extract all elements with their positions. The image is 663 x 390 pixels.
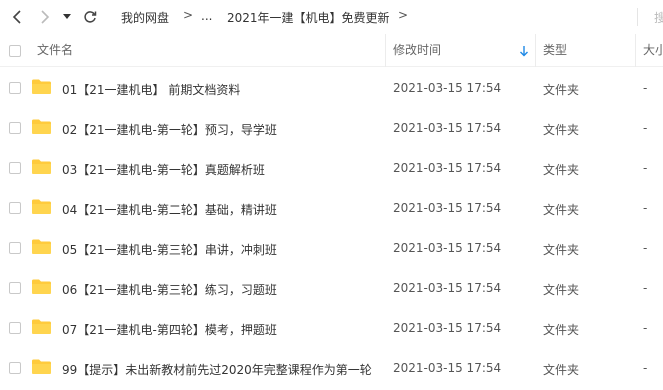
file-type: 文件夹 bbox=[543, 163, 580, 177]
file-modified: 2021-03-15 17:54 bbox=[393, 161, 502, 175]
history-dropdown[interactable] bbox=[59, 6, 75, 28]
file-type: 文件夹 bbox=[543, 203, 580, 217]
column-header: 文件名 修改时间 类型 大小 bbox=[0, 34, 663, 67]
breadcrumb-current[interactable]: 2021年一建【机电】免费更新 bbox=[227, 9, 390, 26]
row-checkbox[interactable] bbox=[9, 242, 21, 254]
file-type: 文件夹 bbox=[543, 83, 580, 97]
file-modified: 2021-03-15 17:54 bbox=[393, 361, 502, 375]
file-type: 文件夹 bbox=[543, 283, 580, 297]
file-modified: 2021-03-15 17:54 bbox=[393, 121, 502, 135]
refresh-icon bbox=[84, 11, 97, 23]
folder-icon bbox=[32, 359, 51, 374]
file-size: - bbox=[643, 81, 648, 95]
forward-button[interactable] bbox=[34, 6, 56, 28]
breadcrumb-ellipsis[interactable]: ... bbox=[201, 9, 212, 23]
folder-icon bbox=[32, 239, 51, 254]
back-button[interactable] bbox=[6, 6, 28, 28]
file-size: - bbox=[643, 121, 648, 135]
file-size: - bbox=[643, 361, 648, 375]
search-input[interactable]: 搜 bbox=[654, 9, 663, 26]
chevron-left-icon bbox=[12, 10, 21, 24]
file-type: 文件夹 bbox=[543, 363, 580, 377]
file-name[interactable]: 02【21一建机电-第一轮】预习，导学班 bbox=[62, 121, 277, 138]
column-divider[interactable] bbox=[385, 34, 386, 67]
row-checkbox[interactable] bbox=[9, 282, 21, 294]
folder-icon bbox=[32, 279, 51, 294]
chevron-right-icon bbox=[41, 10, 50, 24]
row-checkbox[interactable] bbox=[9, 322, 21, 334]
caret-down-icon bbox=[63, 14, 71, 19]
column-modified-header[interactable]: 修改时间 bbox=[393, 34, 441, 67]
file-name[interactable]: 01【21一建机电】 前期文档资料 bbox=[62, 81, 240, 98]
folder-icon bbox=[32, 159, 51, 174]
file-modified: 2021-03-15 17:54 bbox=[393, 281, 502, 295]
folder-icon bbox=[32, 119, 51, 134]
file-name[interactable]: 99【提示】未出新教材前先过2020年完整课程作为第一轮 bbox=[62, 361, 372, 378]
file-type: 文件夹 bbox=[543, 243, 580, 257]
file-modified: 2021-03-15 17:54 bbox=[393, 201, 502, 215]
column-type-header[interactable]: 类型 bbox=[543, 34, 567, 67]
file-name[interactable]: 05【21一建机电-第三轮】串讲，冲刺班 bbox=[62, 241, 277, 258]
toolbar-divider bbox=[637, 8, 638, 26]
row-checkbox[interactable] bbox=[9, 82, 21, 94]
file-row[interactable]: 04【21一建机电-第二轮】基础，精讲班 2021-03-15 17:54 文件… bbox=[0, 188, 663, 228]
file-size: - bbox=[643, 161, 648, 175]
column-divider[interactable] bbox=[535, 34, 536, 67]
file-type: 文件夹 bbox=[543, 323, 580, 337]
folder-icon bbox=[32, 79, 51, 94]
file-size: - bbox=[643, 281, 648, 295]
file-modified: 2021-03-15 17:54 bbox=[393, 81, 502, 95]
file-modified: 2021-03-15 17:54 bbox=[393, 321, 502, 335]
file-row[interactable]: 07【21一建机电-第四轮】模考，押题班 2021-03-15 17:54 文件… bbox=[0, 308, 663, 348]
breadcrumb-separator: > bbox=[183, 8, 194, 22]
column-name-header[interactable]: 文件名 bbox=[37, 34, 73, 67]
folder-icon bbox=[32, 199, 51, 214]
file-type: 文件夹 bbox=[543, 123, 580, 137]
toolbar: 我的网盘 > ... 2021年一建【机电】免费更新 > 搜 bbox=[0, 0, 663, 34]
file-name[interactable]: 06【21一建机电-第三轮】练习，习题班 bbox=[62, 281, 277, 298]
file-row[interactable]: 05【21一建机电-第三轮】串讲，冲刺班 2021-03-15 17:54 文件… bbox=[0, 228, 663, 268]
breadcrumb-root[interactable]: 我的网盘 bbox=[121, 9, 169, 26]
column-divider[interactable] bbox=[635, 34, 636, 67]
file-size: - bbox=[643, 201, 648, 215]
file-row[interactable]: 01【21一建机电】 前期文档资料 2021-03-15 17:54 文件夹 - bbox=[0, 68, 663, 108]
file-row[interactable]: 06【21一建机电-第三轮】练习，习题班 2021-03-15 17:54 文件… bbox=[0, 268, 663, 308]
row-checkbox[interactable] bbox=[9, 122, 21, 134]
row-checkbox[interactable] bbox=[9, 362, 21, 374]
column-size-header[interactable]: 大小 bbox=[643, 34, 663, 67]
file-name[interactable]: 03【21一建机电-第一轮】真题解析班 bbox=[62, 161, 265, 178]
row-checkbox[interactable] bbox=[9, 162, 21, 174]
file-size: - bbox=[643, 241, 648, 255]
file-name[interactable]: 04【21一建机电-第二轮】基础，精讲班 bbox=[62, 201, 277, 218]
file-row[interactable]: 02【21一建机电-第一轮】预习，导学班 2021-03-15 17:54 文件… bbox=[0, 108, 663, 148]
file-row[interactable]: 03【21一建机电-第一轮】真题解析班 2021-03-15 17:54 文件夹… bbox=[0, 148, 663, 188]
file-size: - bbox=[643, 321, 648, 335]
file-name[interactable]: 07【21一建机电-第四轮】模考，押题班 bbox=[62, 321, 277, 338]
file-row[interactable]: 99【提示】未出新教材前先过2020年完整课程作为第一轮 2021-03-15 … bbox=[0, 348, 663, 388]
file-modified: 2021-03-15 17:54 bbox=[393, 241, 502, 255]
sort-descending-icon[interactable] bbox=[519, 45, 529, 57]
folder-icon bbox=[32, 319, 51, 334]
select-all-checkbox[interactable] bbox=[9, 45, 21, 57]
row-checkbox[interactable] bbox=[9, 202, 21, 214]
breadcrumb-separator[interactable]: > bbox=[398, 8, 408, 22]
refresh-button[interactable] bbox=[79, 6, 101, 28]
